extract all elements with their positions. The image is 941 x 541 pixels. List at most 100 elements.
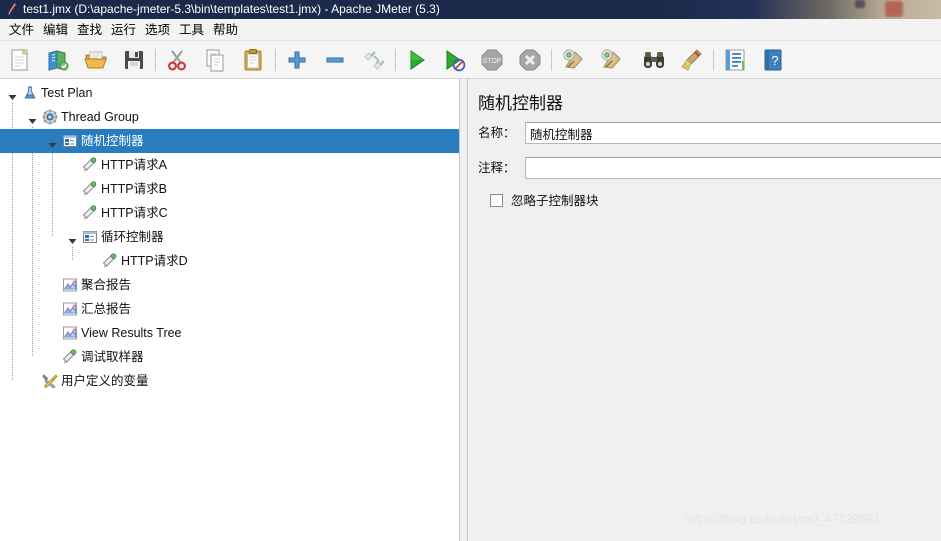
open-button[interactable] bbox=[82, 46, 110, 74]
chevron-down-icon[interactable] bbox=[48, 138, 57, 148]
tree-node-test-plan[interactable]: Test Plan bbox=[0, 81, 459, 105]
tree-node-debug-sampler[interactable]: 调试取样器 bbox=[0, 345, 459, 369]
tree-node-label: 随机控制器 bbox=[81, 134, 144, 148]
broom-gear-icon bbox=[597, 46, 625, 74]
start-no-pauses-button[interactable] bbox=[440, 46, 468, 74]
menu-tools[interactable]: 工具 bbox=[176, 22, 207, 38]
toggle-samplers-icon bbox=[359, 46, 387, 74]
broom-icon bbox=[678, 46, 706, 74]
tree-node-thread-group[interactable]: Thread Group bbox=[0, 105, 459, 129]
menu-file[interactable]: 文件 bbox=[6, 22, 37, 38]
ignore-sub-controller-label: 忽略子控制器块 bbox=[511, 194, 599, 208]
tree-node-label: HTTP请求B bbox=[101, 182, 167, 196]
tree-node-http-request-c[interactable]: HTTP请求C bbox=[0, 201, 459, 225]
name-input[interactable] bbox=[525, 122, 941, 144]
tree-node-http-request-a[interactable]: HTTP请求A bbox=[0, 153, 459, 177]
clear-all-button[interactable] bbox=[597, 46, 625, 74]
tree-node-http-request-d[interactable]: HTTP请求D bbox=[0, 249, 459, 273]
toolbar-separator bbox=[713, 49, 714, 71]
jmeter-window: test1.jmx (D:\apache-jmeter-5.3\bin\temp… bbox=[0, 0, 941, 541]
toolbar-separator bbox=[155, 49, 156, 71]
new-button[interactable] bbox=[6, 46, 34, 74]
search-button[interactable] bbox=[640, 46, 668, 74]
function-helper-button[interactable] bbox=[721, 46, 749, 74]
toolbar-separator bbox=[551, 49, 552, 71]
listener-icon bbox=[62, 301, 78, 317]
save-button[interactable] bbox=[120, 46, 148, 74]
menu-run[interactable]: 运行 bbox=[108, 22, 139, 38]
comment-input[interactable] bbox=[525, 157, 941, 179]
minus-icon bbox=[321, 46, 349, 74]
toolbar-separator bbox=[395, 49, 396, 71]
templates-button[interactable] bbox=[44, 46, 72, 74]
clipboard-icon bbox=[239, 46, 267, 74]
help-book-icon: ? bbox=[759, 46, 787, 74]
stop-button[interactable]: STOP bbox=[478, 46, 506, 74]
tree-node-user-variables[interactable]: 用户定义的变量 bbox=[0, 369, 459, 393]
menu-bar: 文件 编辑 查找 运行 选项 工具 帮助 bbox=[0, 19, 941, 41]
tree-node-label: 聚合报告 bbox=[81, 278, 132, 292]
play-no-pauses-icon bbox=[440, 46, 468, 74]
collapse-button[interactable] bbox=[321, 46, 349, 74]
tree-node-http-request-b[interactable]: HTTP请求B bbox=[0, 177, 459, 201]
open-folder-icon bbox=[82, 46, 110, 74]
tree-node-label: 循环控制器 bbox=[101, 230, 164, 244]
templates-icon bbox=[44, 46, 72, 74]
test-plan-tree[interactable]: Test Plan Thread Group 随机控制器 HTTP请求A HTT… bbox=[0, 79, 459, 541]
sampler-icon bbox=[82, 157, 98, 173]
tree-node-label: HTTP请求D bbox=[121, 254, 188, 268]
tree-node-label: 汇总报告 bbox=[81, 302, 132, 316]
reset-search-button[interactable] bbox=[678, 46, 706, 74]
tree-node-random-controller[interactable]: 随机控制器 bbox=[0, 129, 459, 153]
desktop-bleed-shape-2 bbox=[885, 1, 903, 17]
sampler-icon bbox=[82, 205, 98, 221]
tree-node-loop-controller[interactable]: 循环控制器 bbox=[0, 225, 459, 249]
shutdown-button[interactable] bbox=[516, 46, 544, 74]
expand-button[interactable] bbox=[283, 46, 311, 74]
svg-text:STOP: STOP bbox=[483, 58, 502, 65]
function-list-icon bbox=[721, 46, 749, 74]
watermark-text: https://blog.csdn.net/m0_47629591 bbox=[685, 512, 881, 526]
plus-icon bbox=[283, 46, 311, 74]
broom-gear-icon bbox=[559, 46, 587, 74]
toggle-button[interactable] bbox=[359, 46, 387, 74]
tree-node-view-results-tree[interactable]: View Results Tree bbox=[0, 321, 459, 345]
help-button[interactable]: ? bbox=[759, 46, 787, 74]
svg-text:?: ? bbox=[771, 53, 778, 68]
window-title: test1.jmx (D:\apache-jmeter-5.3\bin\temp… bbox=[23, 2, 440, 16]
tree-node-label: View Results Tree bbox=[81, 326, 182, 340]
config-tools-icon bbox=[42, 373, 58, 389]
start-button[interactable] bbox=[402, 46, 430, 74]
controller-icon bbox=[82, 229, 98, 245]
menu-help[interactable]: 帮助 bbox=[210, 22, 241, 38]
chevron-down-icon[interactable] bbox=[8, 90, 17, 100]
tree-node-summary-report[interactable]: 汇总报告 bbox=[0, 297, 459, 321]
tree-node-aggregate-report[interactable]: 聚合报告 bbox=[0, 273, 459, 297]
tree-node-label: HTTP请求C bbox=[101, 206, 168, 220]
chevron-down-icon[interactable] bbox=[28, 114, 37, 124]
tree-node-label: Test Plan bbox=[41, 86, 93, 100]
paste-button[interactable] bbox=[239, 46, 267, 74]
copy-button[interactable] bbox=[201, 46, 229, 74]
stop-sign-icon: STOP bbox=[478, 46, 506, 74]
menu-search[interactable]: 查找 bbox=[74, 22, 105, 38]
new-document-icon bbox=[6, 46, 34, 74]
menu-options[interactable]: 选项 bbox=[142, 22, 173, 38]
chevron-down-icon[interactable] bbox=[68, 234, 77, 244]
ignore-sub-controller-checkbox[interactable] bbox=[490, 194, 503, 207]
sampler-icon bbox=[62, 349, 78, 365]
page-title: 随机控制器 bbox=[478, 94, 563, 113]
play-green-icon bbox=[402, 46, 430, 74]
menu-edit[interactable]: 编辑 bbox=[40, 22, 71, 38]
cut-button[interactable] bbox=[163, 46, 191, 74]
toolbar-separator bbox=[275, 49, 276, 71]
title-bar: test1.jmx (D:\apache-jmeter-5.3\bin\temp… bbox=[0, 0, 941, 19]
shutdown-x-icon bbox=[516, 46, 544, 74]
thread-group-icon bbox=[42, 109, 58, 125]
toolbar: STOP ? bbox=[0, 41, 941, 79]
comment-label: 注释： bbox=[478, 161, 516, 175]
copy-pages-icon bbox=[201, 46, 229, 74]
clear-button[interactable] bbox=[559, 46, 587, 74]
controller-icon bbox=[62, 133, 78, 149]
panel-splitter[interactable] bbox=[459, 79, 468, 541]
